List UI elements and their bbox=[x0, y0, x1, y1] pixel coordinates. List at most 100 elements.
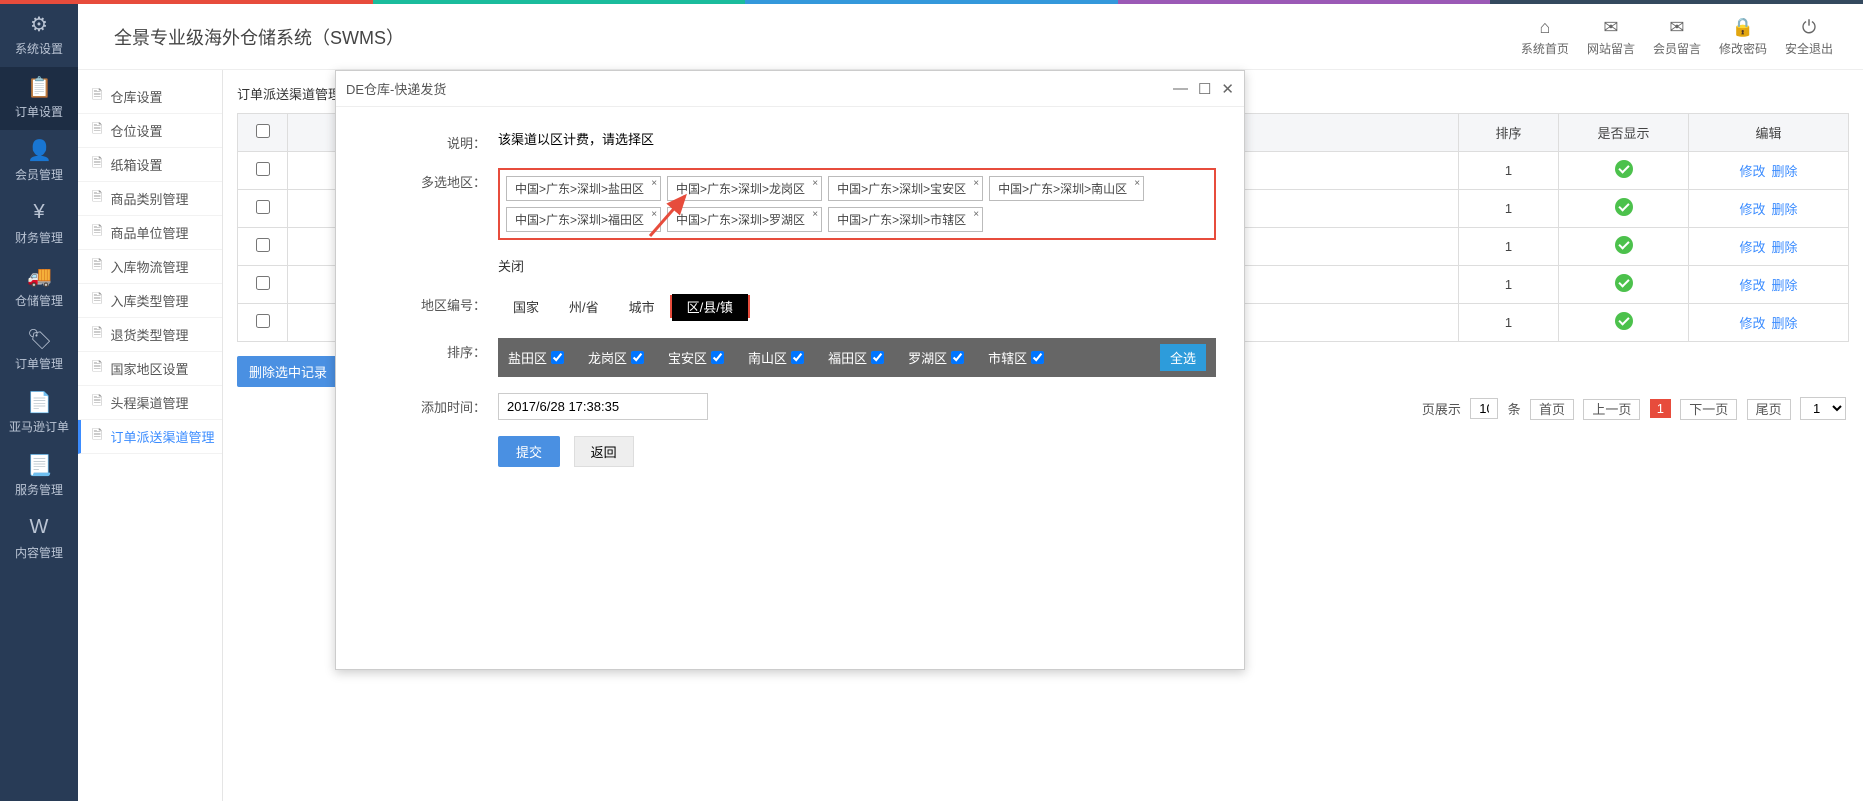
subnav-入库物流管理[interactable]: 🗎入库物流管理 bbox=[78, 250, 222, 284]
nav-系统设置[interactable]: ⚙系统设置 bbox=[0, 4, 78, 67]
nav-内容管理[interactable]: W内容管理 bbox=[0, 508, 78, 571]
nav-仓储管理[interactable]: 🚚仓储管理 bbox=[0, 256, 78, 319]
edit-link[interactable]: 修改 bbox=[1739, 278, 1765, 293]
nav-订单设置[interactable]: 📋订单设置 bbox=[0, 67, 78, 130]
select-all-checkbox[interactable] bbox=[256, 124, 270, 138]
nav-icon: 🚚 bbox=[27, 264, 51, 288]
submit-button[interactable]: 提交 bbox=[498, 436, 560, 467]
remove-tag-icon[interactable]: × bbox=[973, 178, 979, 189]
edit-link[interactable]: 修改 bbox=[1739, 164, 1765, 179]
nav-icon: ⚙ bbox=[27, 12, 51, 36]
file-icon: 🗎 bbox=[92, 358, 102, 380]
edit-link[interactable]: 修改 bbox=[1739, 202, 1765, 217]
district-check-南山区[interactable]: 南山区 bbox=[748, 348, 804, 367]
nav-订单管理[interactable]: 🏷订单管理 bbox=[0, 319, 78, 382]
delete-link[interactable]: 删除 bbox=[1772, 316, 1798, 331]
next-page[interactable]: 下一页 bbox=[1680, 399, 1737, 420]
district-checkbox[interactable] bbox=[951, 351, 964, 364]
region-tab-国家[interactable]: 国家 bbox=[498, 291, 554, 322]
header-安全退出[interactable]: ⏻安全退出 bbox=[1785, 17, 1833, 57]
remove-tag-icon[interactable]: × bbox=[812, 209, 818, 220]
desc-text: 该渠道以区计费，请选择区 bbox=[498, 129, 1216, 152]
header-系统首页[interactable]: ⌂系统首页 bbox=[1521, 17, 1569, 57]
row-checkbox[interactable] bbox=[256, 162, 270, 176]
subnav-订单派送渠道管理[interactable]: 🗎订单派送渠道管理 bbox=[78, 420, 222, 454]
district-check-宝安区[interactable]: 宝安区 bbox=[668, 348, 724, 367]
district-checkbox[interactable] bbox=[871, 351, 884, 364]
subnav-头程渠道管理[interactable]: 🗎头程渠道管理 bbox=[78, 386, 222, 420]
minimize-icon[interactable]: — bbox=[1173, 80, 1188, 97]
district-check-龙岗区[interactable]: 龙岗区 bbox=[588, 348, 644, 367]
file-icon: 🗎 bbox=[92, 154, 102, 176]
remove-tag-icon[interactable]: × bbox=[1134, 178, 1140, 189]
delete-link[interactable]: 删除 bbox=[1772, 164, 1798, 179]
district-check-盐田区[interactable]: 盐田区 bbox=[508, 348, 564, 367]
edit-link[interactable]: 修改 bbox=[1739, 316, 1765, 331]
add-time-input[interactable] bbox=[498, 393, 708, 420]
first-page[interactable]: 首页 bbox=[1530, 399, 1574, 420]
nav-服务管理[interactable]: 📃服务管理 bbox=[0, 445, 78, 508]
prev-page[interactable]: 上一页 bbox=[1583, 399, 1640, 420]
region-tag: 中国>广东>深圳>盐田区× bbox=[506, 176, 661, 201]
remove-tag-icon[interactable]: × bbox=[973, 209, 979, 220]
page-jump[interactable]: 1 bbox=[1800, 397, 1846, 420]
select-all-button[interactable]: 全选 bbox=[1160, 344, 1206, 371]
region-tag: 中国>广东>深圳>龙岗区× bbox=[667, 176, 822, 201]
region-tag: 中国>广东>深圳>市辖区× bbox=[828, 207, 983, 232]
subnav-入库类型管理[interactable]: 🗎入库类型管理 bbox=[78, 284, 222, 318]
district-check-市辖区[interactable]: 市辖区 bbox=[988, 348, 1044, 367]
header-icon: ⌂ bbox=[1521, 17, 1569, 38]
current-page: 1 bbox=[1650, 399, 1671, 418]
delete-selected-button[interactable]: 删除选中记录 bbox=[237, 356, 339, 387]
district-check-福田区[interactable]: 福田区 bbox=[828, 348, 884, 367]
subnav-商品单位管理[interactable]: 🗎商品单位管理 bbox=[78, 216, 222, 250]
district-checkbox[interactable] bbox=[1031, 351, 1044, 364]
last-page[interactable]: 尾页 bbox=[1747, 399, 1791, 420]
district-checkbox[interactable] bbox=[631, 351, 644, 364]
nav-财务管理[interactable]: ¥财务管理 bbox=[0, 193, 78, 256]
header-会员留言[interactable]: ✉会员留言 bbox=[1653, 17, 1701, 57]
file-icon: 🗎 bbox=[92, 256, 102, 278]
delete-link[interactable]: 删除 bbox=[1772, 202, 1798, 217]
district-checkbox[interactable] bbox=[551, 351, 564, 364]
region-tag: 中国>广东>深圳>福田区× bbox=[506, 207, 661, 232]
remove-tag-icon[interactable]: × bbox=[651, 178, 657, 189]
multi-region-label: 多选地区： bbox=[376, 168, 486, 240]
file-icon: 🗎 bbox=[92, 222, 102, 244]
check-icon bbox=[1615, 160, 1633, 178]
modal-header: DE仓库-快递发货 — ☐ ✕ bbox=[336, 71, 1244, 107]
remove-tag-icon[interactable]: × bbox=[651, 209, 657, 220]
district-checkbox[interactable] bbox=[711, 351, 724, 364]
subnav-退货类型管理[interactable]: 🗎退货类型管理 bbox=[78, 318, 222, 352]
row-checkbox[interactable] bbox=[256, 276, 270, 290]
district-checkbox[interactable] bbox=[791, 351, 804, 364]
subnav-仓库设置[interactable]: 🗎仓库设置 bbox=[78, 80, 222, 114]
check-icon bbox=[1615, 312, 1633, 330]
row-checkbox[interactable] bbox=[256, 238, 270, 252]
remove-tag-icon[interactable]: × bbox=[812, 178, 818, 189]
edit-link[interactable]: 修改 bbox=[1739, 240, 1765, 255]
subnav-仓位设置[interactable]: 🗎仓位设置 bbox=[78, 114, 222, 148]
back-button[interactable]: 返回 bbox=[574, 436, 634, 467]
nav-会员管理[interactable]: 👤会员管理 bbox=[0, 130, 78, 193]
row-checkbox[interactable] bbox=[256, 314, 270, 328]
subnav-商品类别管理[interactable]: 🗎商品类别管理 bbox=[78, 182, 222, 216]
subnav-纸箱设置[interactable]: 🗎纸箱设置 bbox=[78, 148, 222, 182]
file-icon: 🗎 bbox=[92, 120, 102, 142]
subnav-国家地区设置[interactable]: 🗎国家地区设置 bbox=[78, 352, 222, 386]
close-link[interactable]: 关闭 bbox=[498, 259, 524, 274]
close-icon[interactable]: ✕ bbox=[1221, 80, 1234, 98]
maximize-icon[interactable]: ☐ bbox=[1198, 80, 1211, 98]
district-check-罗湖区[interactable]: 罗湖区 bbox=[908, 348, 964, 367]
row-checkbox[interactable] bbox=[256, 200, 270, 214]
per-page-input[interactable] bbox=[1470, 398, 1498, 419]
header-网站留言[interactable]: ✉网站留言 bbox=[1587, 17, 1635, 57]
app-title: 全景专业级海外仓储系统（SWMS） bbox=[114, 24, 404, 50]
delete-link[interactable]: 删除 bbox=[1772, 278, 1798, 293]
delete-link[interactable]: 删除 bbox=[1772, 240, 1798, 255]
nav-亚马逊订单[interactable]: 📄亚马逊订单 bbox=[0, 382, 78, 445]
header-修改密码[interactable]: 🔒修改密码 bbox=[1719, 17, 1767, 57]
region-tab-州/省[interactable]: 州/省 bbox=[554, 291, 614, 322]
region-tab-区/县/镇[interactable]: 区/县/镇 bbox=[672, 294, 748, 321]
region-tab-城市[interactable]: 城市 bbox=[614, 291, 670, 322]
